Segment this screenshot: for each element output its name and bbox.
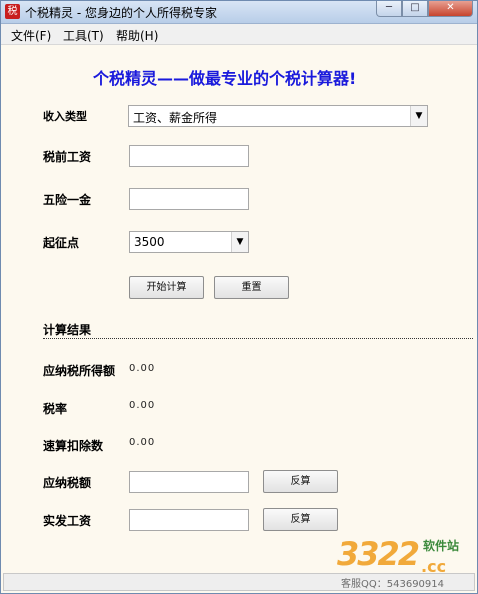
tax-due-input[interactable] bbox=[129, 471, 249, 493]
reverse-calc-tax-button[interactable]: 反算 bbox=[263, 470, 338, 493]
watermark-qq: 客服QQ：543690914 bbox=[341, 579, 445, 590]
net-salary-input[interactable] bbox=[129, 509, 249, 531]
watermark-cc: .cc bbox=[421, 557, 447, 576]
insurance-label: 五险一金 bbox=[43, 193, 92, 207]
watermark: 3322 .cc 软件站 客服QQ：543690914 bbox=[331, 531, 477, 590]
window-title: 个税精灵 - 您身边的个人所得税专家 bbox=[25, 6, 217, 20]
close-button[interactable]: ✕ bbox=[428, 1, 473, 17]
menu-help[interactable]: 帮助(H) bbox=[116, 27, 158, 44]
tax-due-label: 应纳税额 bbox=[43, 476, 92, 490]
pretax-salary-label: 税前工资 bbox=[43, 150, 92, 164]
quick-deduction-label: 速算扣除数 bbox=[43, 439, 104, 453]
page-heading: 个税精灵——做最专业的个税计算器! bbox=[93, 69, 357, 88]
reset-button[interactable]: 重置 bbox=[214, 276, 289, 299]
menu-bar: 文件(F) 工具(T) 帮助(H) bbox=[1, 24, 477, 45]
insurance-input[interactable] bbox=[129, 188, 249, 210]
income-type-label: 收入类型 bbox=[43, 110, 87, 123]
threshold-value: 3500 bbox=[134, 235, 165, 249]
income-type-select[interactable]: 工资、薪金所得 ▼ bbox=[128, 105, 428, 127]
title-bar[interactable]: 税 个税精灵 - 您身边的个人所得税专家 ─ □ ✕ bbox=[1, 1, 477, 24]
taxable-income-label: 应纳税所得额 bbox=[43, 364, 116, 378]
app-window: 税 个税精灵 - 您身边的个人所得税专家 ─ □ ✕ 文件(F) 工具(T) 帮… bbox=[0, 0, 478, 594]
pretax-salary-input[interactable] bbox=[129, 145, 249, 167]
net-salary-label: 实发工资 bbox=[43, 514, 92, 528]
tax-rate-label: 税率 bbox=[43, 402, 68, 416]
calculate-button[interactable]: 开始计算 bbox=[129, 276, 204, 299]
income-type-value: 工资、薪金所得 bbox=[133, 111, 218, 125]
threshold-label: 起征点 bbox=[43, 236, 80, 250]
minimize-button[interactable]: ─ bbox=[376, 1, 402, 17]
tax-rate-value: 0.00 bbox=[129, 400, 156, 411]
menu-tools[interactable]: 工具(T) bbox=[63, 27, 104, 44]
watermark-number: 3322 bbox=[337, 535, 420, 573]
taxable-income-value: 0.00 bbox=[129, 363, 156, 374]
quick-deduction-value: 0.00 bbox=[129, 437, 156, 448]
chevron-down-icon[interactable]: ▼ bbox=[410, 106, 427, 126]
menu-file[interactable]: 文件(F) bbox=[11, 27, 51, 44]
chevron-down-icon[interactable]: ▼ bbox=[231, 232, 248, 252]
app-icon: 税 bbox=[5, 4, 20, 19]
maximize-button[interactable]: □ bbox=[402, 1, 428, 17]
results-title: 计算结果 bbox=[43, 323, 92, 337]
watermark-site: 软件站 bbox=[423, 539, 460, 553]
threshold-select[interactable]: 3500 ▼ bbox=[129, 231, 249, 253]
reverse-calc-salary-button[interactable]: 反算 bbox=[263, 508, 338, 531]
results-divider bbox=[43, 338, 473, 339]
